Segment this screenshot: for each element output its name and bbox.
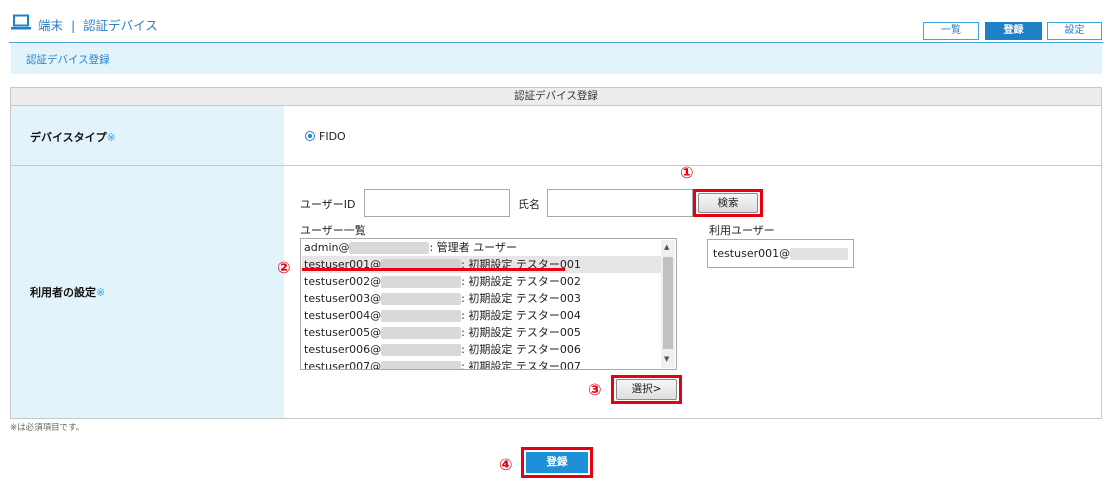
step4-marker: ④ [499, 455, 513, 474]
register-button[interactable]: 登録 [526, 452, 588, 473]
name-input[interactable] [547, 189, 693, 217]
device-type-label: デバイスタイプ※ [30, 131, 116, 144]
step2-underline [302, 268, 565, 271]
assigned-user-label: 利用ユーザー [709, 224, 775, 237]
page-title: 端末 | 認証デバイス [38, 18, 158, 33]
user-list-label: ユーザー一覧 [300, 224, 366, 237]
user-list[interactable]: admin@: 管理者 ユーザー testuser001@: 初期設定 テスター… [300, 238, 677, 370]
select-button[interactable]: 選択> [616, 379, 677, 400]
user-settings-label: 利用者の設定※ [30, 286, 106, 299]
list-item[interactable]: testuser006@: 初期設定 テスター006 [304, 341, 581, 358]
step2-marker: ② [277, 258, 291, 277]
tab-list[interactable]: 一覧 [923, 22, 979, 40]
scroll-down-icon[interactable]: ▼ [664, 355, 669, 363]
list-item[interactable]: admin@: 管理者 ユーザー [304, 239, 517, 256]
step1-marker: ① [680, 163, 694, 182]
required-footnote: ※は必須項目です。 [10, 423, 85, 433]
user-id-label: ユーザーID [300, 198, 356, 211]
list-item[interactable]: testuser007@: 初期設定 テスター007 [304, 358, 581, 369]
name-label: 氏名 [518, 198, 540, 211]
list-item[interactable]: testuser004@: 初期設定 テスター004 [304, 307, 581, 324]
tab-settings[interactable]: 設定 [1047, 22, 1102, 40]
header-divider [9, 42, 1103, 43]
list-item[interactable]: testuser002@: 初期設定 テスター002 [304, 273, 581, 290]
list-scrollbar-thumb[interactable] [663, 257, 673, 349]
form-heading: 認証デバイス登録 [11, 88, 1101, 106]
fido-radio[interactable] [305, 131, 315, 141]
tab-register[interactable]: 登録 [985, 22, 1042, 40]
list-item[interactable]: testuser005@: 初期設定 テスター005 [304, 324, 581, 341]
laptop-icon [11, 14, 31, 30]
step3-marker: ③ [588, 380, 602, 399]
scroll-up-icon[interactable]: ▲ [664, 243, 669, 251]
subheader-bar [11, 44, 1102, 74]
list-item[interactable]: testuser003@: 初期設定 テスター003 [304, 290, 581, 307]
subheader-label: 認証デバイス登録 [26, 54, 110, 66]
search-button[interactable]: 検索 [698, 193, 758, 213]
assigned-user-value: testuser001@ [713, 247, 849, 260]
fido-radio-label: FIDO [319, 130, 346, 143]
assigned-user-box[interactable]: testuser001@ [707, 239, 854, 268]
user-id-input[interactable] [364, 189, 510, 217]
